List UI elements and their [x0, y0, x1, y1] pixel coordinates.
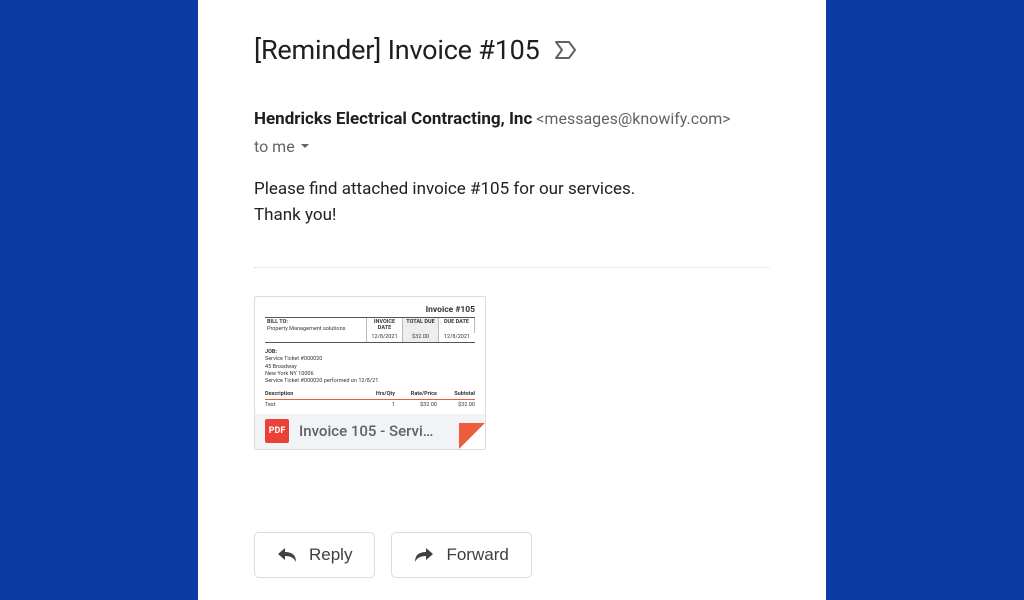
- attachment-card[interactable]: Invoice #105 BILL TO: Property Managemen…: [254, 296, 486, 450]
- billto-label: BILL TO:: [267, 319, 364, 325]
- body-line: Please find attached invoice #105 for ou…: [254, 176, 770, 202]
- inv-val-due: 12/8/2021: [439, 333, 475, 342]
- recipient-label: to me: [254, 137, 295, 156]
- job-line: Service Ticket #000020 performed on 12/8…: [265, 378, 475, 385]
- job-label: JOB:: [265, 349, 475, 356]
- email-actions: Reply Forward: [254, 532, 532, 578]
- sender-name: Hendricks Electrical Contracting, Inc: [254, 109, 532, 129]
- reply-label: Reply: [309, 545, 352, 565]
- invoice-job-block: JOB: Service Ticket #000020 45 Broadway …: [265, 349, 475, 386]
- attachment-footer: PDF Invoice 105 - Servi…: [255, 414, 485, 449]
- col-rate: Rate/Price: [395, 391, 437, 397]
- item-qty: 1: [365, 402, 395, 408]
- recipient-toggle[interactable]: to me: [254, 137, 770, 156]
- forward-arrow-icon: [414, 547, 434, 563]
- inv-col-date: INVOICE DATE: [367, 318, 403, 333]
- caret-down-icon: [299, 137, 311, 156]
- job-line: Service Ticket #000020: [265, 356, 475, 363]
- email-panel: [Reminder] Invoice #105 Hendricks Electr…: [198, 0, 826, 600]
- email-body: Please find attached invoice #105 for ou…: [254, 176, 770, 229]
- sender-email: <messages@knowify.com>: [536, 109, 730, 128]
- item-desc: Test: [265, 402, 365, 408]
- inv-val-date: 12/8/2021: [367, 333, 403, 342]
- invoice-title: Invoice #105: [265, 305, 475, 315]
- invoice-header-grid: BILL TO: Property Management solutions I…: [265, 317, 475, 343]
- reply-button[interactable]: Reply: [254, 532, 375, 578]
- attachments-divider: [254, 267, 770, 268]
- inv-col-due: DUE DATE: [439, 318, 475, 333]
- inv-val-total: $32.00: [403, 333, 439, 342]
- page-fold-cut-icon: [459, 423, 485, 449]
- invoice-columns: Description Hrs/Qty Rate/Price Subtotal: [265, 391, 475, 398]
- item-sub: $32.00: [437, 402, 475, 408]
- attachment-filename: Invoice 105 - Servi…: [299, 422, 433, 440]
- label-important-icon[interactable]: [554, 40, 578, 60]
- billto-name: Property Management solutions: [267, 326, 364, 332]
- sender-line: Hendricks Electrical Contracting, Inc <m…: [254, 109, 770, 129]
- col-sub: Subtotal: [437, 391, 475, 397]
- subject-row: [Reminder] Invoice #105: [254, 34, 770, 66]
- col-qty: Hrs/Qty: [365, 391, 395, 397]
- inv-col-total: TOTAL DUE: [403, 318, 439, 333]
- forward-label: Forward: [446, 545, 508, 565]
- email-subject: [Reminder] Invoice #105: [254, 34, 540, 66]
- item-rate: $32.00: [395, 402, 437, 408]
- attachment-preview: Invoice #105 BILL TO: Property Managemen…: [255, 297, 485, 416]
- sender-block: Hendricks Electrical Contracting, Inc <m…: [254, 109, 770, 156]
- body-line: Thank you!: [254, 202, 770, 228]
- job-line: 45 Broadway: [265, 364, 475, 371]
- col-desc: Description: [265, 391, 365, 397]
- email-content: [Reminder] Invoice #105 Hendricks Electr…: [198, 0, 826, 450]
- invoice-item-row: Test 1 $32.00 $32.00: [265, 402, 475, 408]
- forward-button[interactable]: Forward: [391, 532, 531, 578]
- invoice-accent-rule: [265, 399, 475, 400]
- reply-arrow-icon: [277, 547, 297, 563]
- pdf-icon: PDF: [265, 419, 289, 443]
